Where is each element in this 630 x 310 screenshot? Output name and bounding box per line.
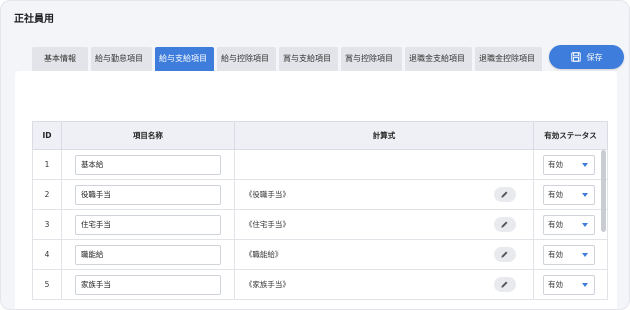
table-header-row: ID 項目名称 計算式 有効ステータス — [32, 121, 608, 150]
status-select[interactable]: 有効 — [543, 244, 596, 265]
items-table: ID 項目名称 計算式 有効ステータス 1 基本給 有効 2 役職手当 《役職手… — [32, 121, 608, 300]
row-name-cell: 職能給 — [60, 239, 235, 270]
table-row: 1 基本給 有効 — [32, 149, 608, 180]
row-id: 1 — [32, 149, 62, 180]
row-name-cell: 住宅手当 — [60, 209, 235, 240]
row-status-cell: 有効 — [533, 269, 608, 300]
row-id: 2 — [32, 179, 62, 210]
item-name-input[interactable]: 住宅手当 — [74, 214, 221, 235]
row-id: 4 — [32, 239, 62, 270]
pencil-icon — [501, 281, 508, 288]
status-value: 有効 — [548, 159, 564, 169]
status-select[interactable]: 有効 — [543, 184, 596, 205]
status-value: 有効 — [548, 219, 564, 229]
tab-bonus-deduction[interactable]: 賞与控除項目 — [341, 47, 402, 71]
row-status-cell: 有効 — [533, 179, 608, 210]
row-name-cell: 役職手当 — [60, 179, 235, 210]
header-status: 有効ステータス — [533, 121, 608, 150]
page-title: 正社員用 — [14, 14, 54, 25]
save-button[interactable]: 保存 — [549, 45, 624, 69]
header-formula: 計算式 — [233, 121, 535, 150]
status-value: 有効 — [548, 279, 564, 289]
item-name-input[interactable]: 家族手当 — [74, 274, 221, 295]
table-row: 2 役職手当 《役職手当》 有効 — [32, 179, 608, 210]
chevron-down-icon — [582, 282, 589, 287]
formula-text: 《住宅手当》 — [244, 220, 290, 229]
row-formula-cell: 《役職手当》 — [233, 179, 535, 210]
status-select[interactable]: 有効 — [543, 214, 596, 235]
chevron-down-icon — [582, 222, 589, 227]
tab-bonus-payment[interactable]: 賞与支給項目 — [279, 47, 338, 71]
header-id: ID — [32, 121, 62, 150]
chevron-down-icon — [582, 192, 589, 197]
status-select[interactable]: 有効 — [543, 274, 596, 295]
item-name-input[interactable]: 職能給 — [74, 244, 221, 265]
tab-bar: 基本情報 給与勤怠項目 給与支給項目 給与控除項目 賞与支給項目 賞与控除項目 … — [32, 47, 542, 71]
header-name: 項目名称 — [60, 121, 235, 150]
chevron-down-icon — [582, 252, 589, 257]
tab-basic-info[interactable]: 基本情報 — [32, 47, 88, 71]
status-value: 有効 — [548, 189, 564, 199]
pencil-icon — [501, 221, 508, 228]
item-name-input[interactable]: 役職手当 — [74, 184, 221, 205]
tab-retirement-deduction[interactable]: 退職金控除項目 — [475, 47, 542, 71]
pencil-icon — [501, 191, 508, 198]
edit-formula-button[interactable] — [493, 187, 516, 202]
item-name-input[interactable]: 基本給 — [74, 154, 221, 175]
status-select[interactable]: 有効 — [543, 154, 596, 175]
table-row: 4 職能給 《職能給》 有効 — [32, 239, 608, 270]
edit-formula-button[interactable] — [493, 247, 516, 262]
formula-text: 《家族手当》 — [244, 280, 290, 289]
row-formula-cell — [233, 149, 535, 180]
row-id: 5 — [32, 269, 62, 300]
row-status-cell: 有効 — [533, 149, 608, 180]
tab-payroll-deduction[interactable]: 給与控除項目 — [217, 47, 276, 71]
tab-payroll-attendance[interactable]: 給与勤怠項目 — [91, 47, 152, 71]
row-formula-cell: 《職能給》 — [233, 239, 535, 270]
row-name-cell: 家族手当 — [60, 269, 235, 300]
save-icon — [570, 52, 581, 62]
table-row: 3 住宅手当 《住宅手当》 有効 — [32, 209, 608, 240]
row-id: 3 — [32, 209, 62, 240]
tab-retirement-payment[interactable]: 退職金支給項目 — [405, 47, 472, 71]
formula-text: 《職能給》 — [244, 250, 283, 259]
row-status-cell: 有効 — [533, 239, 608, 270]
app-window: 正社員用 基本情報 給与勤怠項目 給与支給項目 給与控除項目 賞与支給項目 賞与… — [0, 0, 630, 310]
pencil-icon — [501, 251, 508, 258]
formula-text: 《役職手当》 — [244, 190, 290, 199]
table-row: 5 家族手当 《家族手当》 有効 — [32, 269, 608, 300]
table-scrollbar[interactable] — [601, 150, 606, 232]
edit-formula-button[interactable] — [493, 277, 516, 292]
row-status-cell: 有効 — [533, 209, 608, 240]
tab-payroll-payment[interactable]: 給与支給項目 — [155, 47, 214, 71]
row-formula-cell: 《家族手当》 — [233, 269, 535, 300]
edit-formula-button[interactable] — [493, 217, 516, 232]
save-button-label: 保存 — [586, 52, 603, 62]
status-value: 有効 — [548, 249, 564, 259]
chevron-down-icon — [582, 162, 589, 167]
row-formula-cell: 《住宅手当》 — [233, 209, 535, 240]
row-name-cell: 基本給 — [60, 149, 235, 180]
